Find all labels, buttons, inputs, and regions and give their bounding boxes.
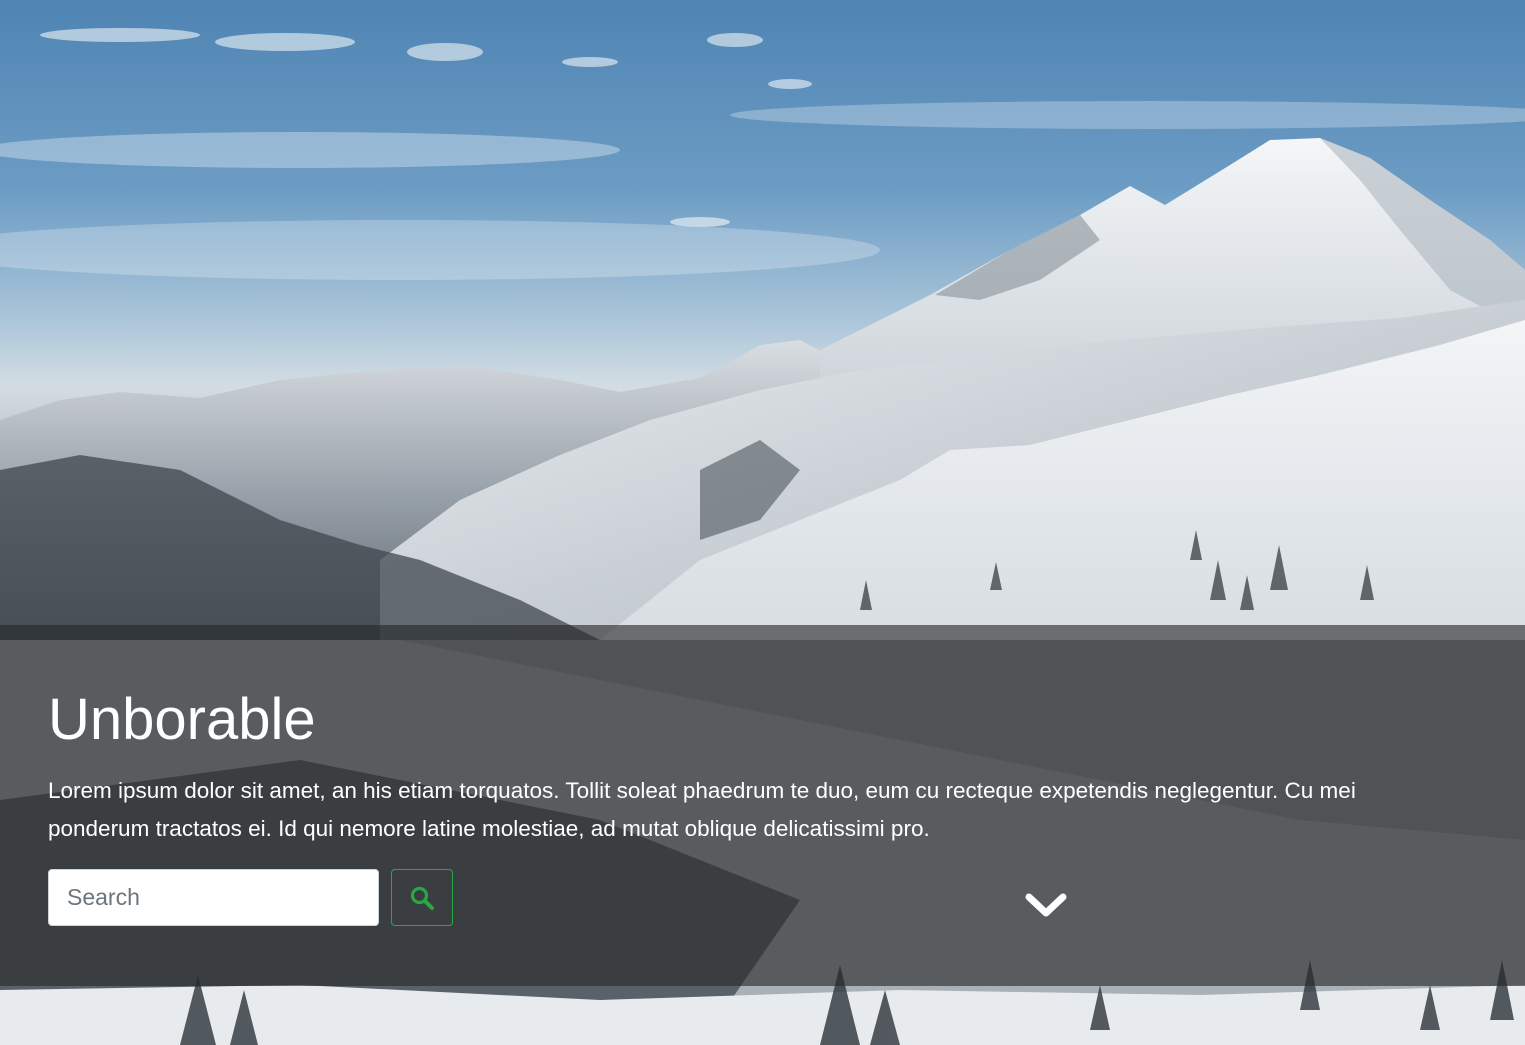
chevron-down-icon[interactable] — [1025, 888, 1067, 920]
hero-description: Lorem ipsum dolor sit amet, an his etiam… — [48, 772, 1525, 848]
page-title: Unborable — [48, 687, 316, 752]
search-input[interactable] — [48, 869, 379, 926]
hero-description-line: ponderum tractatos ei. Id qui nemore lat… — [48, 816, 930, 841]
search-icon — [410, 886, 434, 910]
hero-section: Unborable Lorem ipsum dolor sit amet, an… — [0, 0, 1525, 1045]
hero-description-line: Lorem ipsum dolor sit amet, an his etiam… — [48, 778, 1356, 803]
search-button[interactable] — [391, 869, 453, 926]
